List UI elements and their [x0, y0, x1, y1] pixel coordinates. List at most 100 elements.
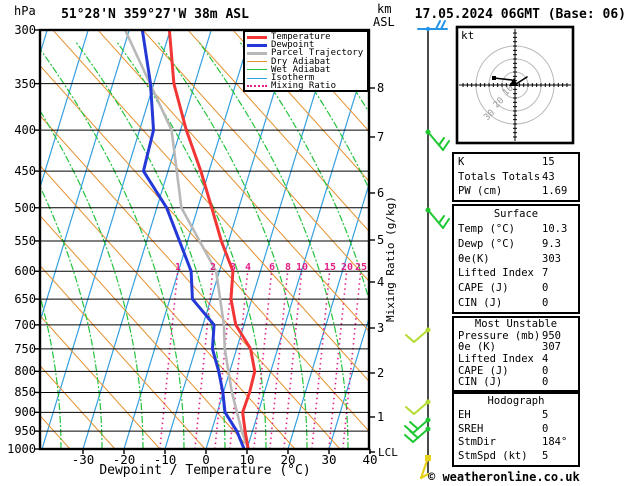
isotherm-line [205, 31, 335, 448]
wet-adiabat-line [238, 40, 368, 299]
panel-row-label: CIN (J) [458, 297, 503, 310]
isotherm-line [164, 31, 294, 448]
mixing-ratio-line [311, 269, 331, 448]
wind-barb [413, 401, 429, 415]
wind-barb-glyph [425, 129, 450, 151]
panel-row-value: 4 [542, 353, 549, 366]
pressure-tick-label: 650 [14, 292, 36, 307]
legend-swatch-parcel-trajectory [247, 51, 267, 55]
pressure-tick-label: 700 [14, 317, 36, 332]
panel-row: PW (cm) 1.69 [454, 184, 578, 199]
panel-row-value: 0 [542, 376, 549, 389]
dry-adiabat-line [41, 66, 368, 431]
panel-row-value: 9.3 [542, 237, 561, 250]
mixing-ratio-label: 15 [323, 262, 337, 273]
wind-barb [438, 137, 445, 146]
wind-barb [442, 140, 450, 151]
panel-row-label: CIN (J) [458, 376, 503, 389]
panel-row: Temp (°C) 10.3 [454, 222, 578, 237]
altitude-unit-asl: ASL [373, 15, 395, 29]
pressure-tick-label: 600 [14, 264, 36, 279]
legend-swatch-mixing-ratio [247, 85, 267, 88]
mixing-ratio-label: 6 [268, 262, 276, 273]
mixing-ratio-line [253, 269, 273, 448]
panel-row-value: 15 [542, 156, 555, 168]
legend-swatch-dewpoint [247, 43, 267, 47]
altitude-unit-km: km [377, 2, 392, 16]
pressure-tick-label: 950 [14, 424, 36, 439]
panel-row-value: 1.69 [542, 185, 568, 198]
isotherm-line [82, 31, 212, 448]
wet-adiabat-line [279, 40, 368, 188]
mixing-ratio-label: 4 [244, 262, 252, 273]
panel-row: CIN (J) 0 [454, 296, 578, 311]
pressure-tick-label: 350 [14, 76, 36, 91]
wind-barb-column [404, 20, 450, 480]
panel-row-label: CAPE (J) [458, 282, 509, 295]
panel-row-value: 5 [542, 450, 549, 463]
legend-swatch-dry-adiabat [247, 61, 267, 63]
panel-row-label: Pressure (mb) [458, 329, 541, 342]
pressure-tick-label: 300 [14, 23, 36, 37]
pressure-tick-label: 550 [14, 233, 36, 248]
panel-row-label: CAPE (J) [458, 364, 509, 377]
panel-row-value: 7 [542, 267, 549, 280]
altitude-tick-label: 7 [377, 130, 385, 144]
mixing-ratio-label: 2 [209, 262, 217, 273]
isotherm-line [123, 31, 253, 448]
panel-row-label: PW (cm) [458, 185, 503, 198]
dry-adiabat-line [41, 216, 250, 448]
pressure-tick-label: 800 [14, 364, 36, 379]
mixing-ratio-label: 3 [229, 262, 237, 273]
legend-swatch-temperature [247, 35, 267, 39]
wind-barb-glyph [405, 327, 431, 343]
wind-barb [435, 20, 441, 30]
panel-row-label: EH [458, 408, 471, 421]
panel-row: K 15 [454, 155, 578, 170]
lcl-label: LCL [378, 446, 398, 459]
panel-row: Dewp (°C) 9.3 [454, 237, 578, 252]
hodograph-trace-end [492, 76, 496, 80]
panel-row-value: 43 [542, 170, 555, 183]
panel-title: Surface [493, 208, 539, 220]
panel-row-value: 0 [542, 422, 549, 435]
panel-row: CIN (J) 0 [454, 377, 578, 389]
panel-row: EH 5 [454, 409, 578, 423]
pressure-tick-label: 900 [14, 405, 36, 420]
wind-barb [404, 434, 414, 443]
mixing-ratio-line [194, 269, 214, 448]
panel-row-label: Dewp (°C) [458, 237, 515, 250]
panel-row-value: 0 [542, 282, 549, 295]
panel-row: SREH 0 [454, 423, 578, 437]
station-title: 51°28'N 359°27'W 38m ASL [61, 7, 249, 22]
panel-row: Lifted Index 7 [454, 266, 578, 281]
wet-adiabat-line [41, 49, 185, 448]
panel-row: CAPE (J) 0 [454, 281, 578, 296]
most-unstable-panel: Most Unstable Pressure (mb) 950 θe (K) 307 Li… [452, 316, 580, 392]
isotherm-line [246, 51, 368, 448]
skewt-sounding-screenshot: { "header": { "pressure_unit": "hPa", "t… [0, 0, 629, 486]
mixing-ratio-label: 10 [295, 262, 309, 273]
wind-barb-glyph [425, 207, 450, 229]
panel-title: Hodograph [487, 395, 545, 407]
legend-item: Mixing Ratio [245, 82, 367, 91]
surface-panel: Surface Temp (°C) 10.3 Dewp (°C) 9.3 θe(K) 303… [452, 204, 580, 314]
panel-row-label: Lifted Index [458, 353, 534, 366]
panel-row: StmDir 184° [454, 436, 578, 450]
legend-swatch-wet-adiabat [247, 69, 267, 71]
wind-barb [438, 215, 445, 224]
wind-barb [405, 406, 415, 415]
panel-row-label: θe (K) [458, 341, 496, 354]
panel-row-label: StmDir [458, 436, 496, 449]
copyright-label: © weatheronline.co.uk [428, 470, 580, 484]
panel-row-value: 10.3 [542, 222, 568, 235]
panel-row-label: Temp (°C) [458, 222, 515, 235]
panel-row-value: 184° [542, 436, 568, 449]
legend-swatch-isotherm [247, 77, 267, 79]
panel-row-value: 5 [542, 408, 549, 421]
panel-row-label: Lifted Index [458, 267, 534, 280]
wind-barb [413, 329, 429, 343]
mixing-ratio-axis-label: Mixing Ratio (g/kg) [384, 196, 397, 322]
temperature-axis-caption: Dewpoint / Temperature (°C) [99, 463, 311, 478]
plot-border [38, 28, 371, 451]
